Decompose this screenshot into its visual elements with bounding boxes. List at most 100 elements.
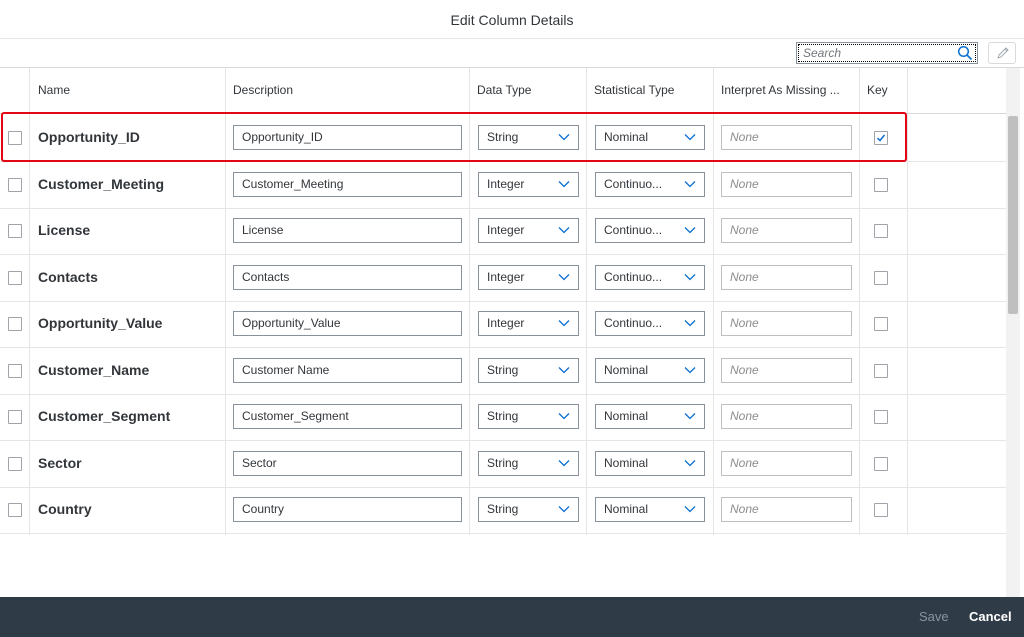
statistical-type-select[interactable]: Continuo... xyxy=(595,172,705,197)
row-select-checkbox[interactable] xyxy=(8,364,22,378)
row-select-checkbox[interactable] xyxy=(8,131,22,145)
statistical-type-value: Nominal xyxy=(604,363,649,377)
description-input[interactable]: License xyxy=(233,218,462,243)
save-button[interactable]: Save xyxy=(919,597,949,637)
table-row[interactable]: Customer_Segment Customer_Segment String No… xyxy=(0,394,1006,441)
data-type-select[interactable]: Integer xyxy=(478,218,579,243)
column-divider xyxy=(859,68,860,535)
chevron-down-icon xyxy=(558,320,570,327)
chevron-down-icon xyxy=(558,367,570,374)
statistical-type-select[interactable]: Nominal xyxy=(595,497,705,522)
column-name: Contacts xyxy=(38,269,98,285)
statistical-type-select[interactable]: Nominal xyxy=(595,404,705,429)
description-input[interactable]: Contacts xyxy=(233,265,462,290)
row-select-checkbox[interactable] xyxy=(8,178,22,192)
column-header-name[interactable]: Name xyxy=(30,68,225,114)
data-type-select[interactable]: String xyxy=(478,497,579,522)
key-checkbox[interactable] xyxy=(874,131,888,145)
edit-button[interactable] xyxy=(988,42,1016,64)
key-checkbox[interactable] xyxy=(874,410,888,424)
data-type-select[interactable]: String xyxy=(478,404,579,429)
chevron-down-icon xyxy=(558,227,570,234)
key-checkbox[interactable] xyxy=(874,364,888,378)
statistical-type-select[interactable]: Nominal xyxy=(595,358,705,383)
data-type-value: Integer xyxy=(487,316,525,330)
vertical-scrollbar[interactable] xyxy=(1006,68,1020,597)
description-input[interactable]: Sector xyxy=(233,451,462,476)
chevron-down-icon xyxy=(684,134,696,141)
statistical-type-select[interactable]: Continuo... xyxy=(595,218,705,243)
statistical-type-select[interactable]: Continuo... xyxy=(595,265,705,290)
data-type-value: Integer xyxy=(487,177,525,191)
table-toolbar xyxy=(0,39,1024,68)
table-row[interactable]: Customer_Meeting Customer_Meeting Integer C… xyxy=(0,162,1006,209)
data-type-select[interactable]: Integer xyxy=(478,172,579,197)
table-row[interactable]: Opportunity_ID Opportunity_ID String Nomina… xyxy=(0,115,1006,162)
key-checkbox[interactable] xyxy=(874,457,888,471)
statistical-type-select[interactable]: Nominal xyxy=(595,125,705,150)
table-row[interactable]: Country Country String Nominal None xyxy=(0,487,1006,534)
chevron-down-icon xyxy=(558,181,570,188)
missing-value-input[interactable]: None xyxy=(721,218,852,243)
dialog-title: Edit Column Details xyxy=(0,0,1024,39)
missing-value-input[interactable]: None xyxy=(721,451,852,476)
missing-value-input[interactable]: None xyxy=(721,265,852,290)
missing-value-input[interactable]: None xyxy=(721,497,852,522)
statistical-type-value: Continuo... xyxy=(604,223,663,237)
chevron-down-icon xyxy=(558,506,570,513)
table-row[interactable]: Opportunity_Value Opportunity_Value Intege… xyxy=(0,301,1006,348)
column-name: Country xyxy=(38,501,92,517)
description-input[interactable]: Opportunity_Value xyxy=(233,311,462,336)
column-header-data-type[interactable]: Data Type xyxy=(469,68,586,114)
missing-value-input[interactable]: None xyxy=(721,125,852,150)
table-row[interactable]: Contacts Contacts Integer Continuo... None xyxy=(0,255,1006,302)
description-input[interactable]: Customer Name xyxy=(233,358,462,383)
key-checkbox[interactable] xyxy=(874,317,888,331)
row-select-checkbox[interactable] xyxy=(8,271,22,285)
search-field[interactable] xyxy=(796,42,978,64)
row-select-checkbox[interactable] xyxy=(8,503,22,517)
pencil-icon xyxy=(997,47,1009,59)
statistical-type-value: Nominal xyxy=(604,456,649,470)
search-input[interactable] xyxy=(803,45,953,61)
statistical-type-value: Continuo... xyxy=(604,270,663,284)
cancel-button[interactable]: Cancel xyxy=(969,597,1012,637)
scrollbar-thumb[interactable] xyxy=(1008,116,1018,314)
key-checkbox[interactable] xyxy=(874,178,888,192)
description-input[interactable]: Country xyxy=(233,497,462,522)
row-select-checkbox[interactable] xyxy=(8,410,22,424)
chevron-down-icon xyxy=(684,367,696,374)
missing-value-input[interactable]: None xyxy=(721,358,852,383)
data-type-select[interactable]: Integer xyxy=(478,311,579,336)
description-input[interactable]: Opportunity_ID xyxy=(233,125,462,150)
row-select-checkbox[interactable] xyxy=(8,224,22,238)
search-icon[interactable] xyxy=(957,45,973,61)
column-header-statistical-type[interactable]: Statistical Type xyxy=(586,68,713,114)
chevron-down-icon xyxy=(558,413,570,420)
key-checkbox[interactable] xyxy=(874,271,888,285)
table-row[interactable]: Customer_Name Customer Name String Nominal N… xyxy=(0,348,1006,395)
data-type-select[interactable]: Integer xyxy=(478,265,579,290)
key-checkbox[interactable] xyxy=(874,224,888,238)
missing-value-input[interactable]: None xyxy=(721,311,852,336)
statistical-type-select[interactable]: Nominal xyxy=(595,451,705,476)
column-header-description[interactable]: Description xyxy=(225,68,469,114)
description-input[interactable]: Customer_Segment xyxy=(233,404,462,429)
chevron-down-icon xyxy=(558,460,570,467)
table-row[interactable]: Sector Sector String Nominal None xyxy=(0,441,1006,488)
data-type-select[interactable]: String xyxy=(478,125,579,150)
statistical-type-select[interactable]: Continuo... xyxy=(595,311,705,336)
description-input[interactable]: Customer_Meeting xyxy=(233,172,462,197)
missing-value-input[interactable]: None xyxy=(721,404,852,429)
chevron-down-icon xyxy=(684,181,696,188)
table-row[interactable]: License License Integer Continuo... None xyxy=(0,208,1006,255)
column-header-key[interactable]: Key xyxy=(859,68,907,114)
chevron-down-icon xyxy=(684,413,696,420)
column-header-missing[interactable]: Interpret As Missing ... xyxy=(713,68,859,114)
missing-value-input[interactable]: None xyxy=(721,172,852,197)
data-type-select[interactable]: String xyxy=(478,358,579,383)
key-checkbox[interactable] xyxy=(874,503,888,517)
data-type-select[interactable]: String xyxy=(478,451,579,476)
row-select-checkbox[interactable] xyxy=(8,457,22,471)
row-select-checkbox[interactable] xyxy=(8,317,22,331)
